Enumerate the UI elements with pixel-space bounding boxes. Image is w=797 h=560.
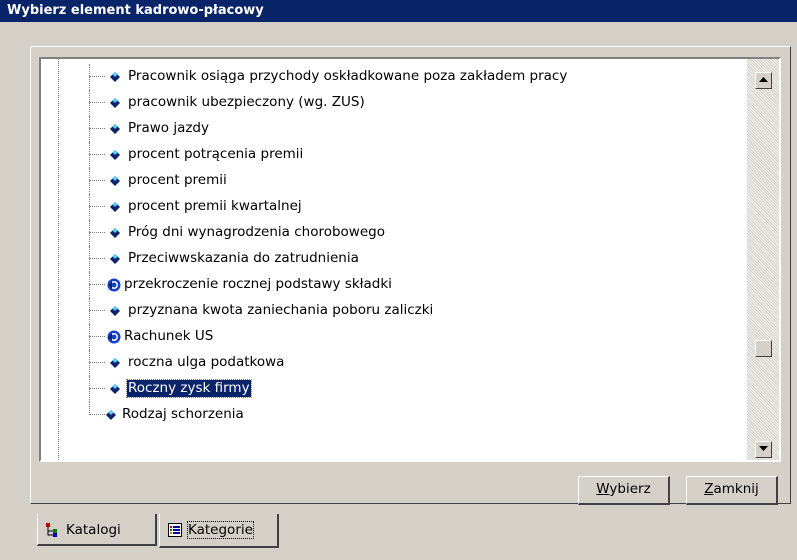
tree-connector-vertical [89,220,90,246]
diamond-icon [110,202,120,212]
diamond-icon [110,228,120,238]
tree-item-label: roczna ulga podatkowa [128,354,285,370]
tab-katalogi[interactable]: Katalogi [37,514,157,546]
diamond-icon [110,306,120,316]
tree-connector [89,232,105,233]
tree-connector-vertical [89,350,90,376]
tree-connector-vertical [89,272,90,298]
tree-connector-vertical [89,194,90,220]
tree-connector-vertical [89,246,90,272]
diamond-icon [110,384,120,394]
close-button[interactable]: Zamknij [686,476,778,505]
tree-item-label: przyznana kwota zaniechania poboru zalic… [128,302,434,318]
tree-connector [89,284,105,285]
tree-item[interactable]: Rachunek US [41,324,747,350]
tree-connector [89,388,105,389]
tree-item[interactable]: przekroczenie rocznej podstawy składki [41,272,747,298]
tree-connector-vertical [89,116,90,142]
tree-item[interactable]: procent premii [41,168,747,194]
select-button-accesskey: W [596,481,610,497]
tree-connector [89,336,105,337]
tree-item-label: procent premii kwartalnej [128,198,302,214]
globe-diamond-icon [107,330,121,344]
diamond-icon [110,254,120,264]
tree-item-label: pracownik ubezpieczony (wg. ZUS) [128,94,365,110]
tree-item[interactable]: pracownik ubezpieczony (wg. ZUS) [41,90,747,116]
arrow-up-icon [759,77,768,82]
tab-katalogi-label: Katalogi [66,522,121,538]
title-bar: Wybierz element kadrowo-płacowy [0,0,797,22]
tree-item-label: Prawo jazdy [128,120,209,136]
tree-connector [89,206,105,207]
tree-view[interactable]: Pracownik osiąga przychody oskładkowane … [41,59,747,460]
tree-item[interactable]: Rodzaj schorzenia [41,402,747,428]
diamond-icon [110,124,120,134]
tree-connector [89,76,105,77]
tree-connector [89,258,105,259]
tree-item-label: procent premii [128,172,227,188]
close-button-label: amknij [713,481,759,497]
tree-item-label: przekroczenie rocznej podstawy składki [124,276,392,292]
tree-item-label: Rodzaj schorzenia [122,406,244,422]
diamond-icon [106,410,116,420]
tree-item[interactable]: Roczny zysk firmy [41,376,747,402]
diamond-icon [110,176,120,186]
scroll-up-button[interactable] [755,72,772,89]
tab-kategorie[interactable]: Kategorie [159,514,279,548]
tree-item-label: procent potrącenia premii [128,146,304,162]
select-button[interactable]: Wybierz [578,476,670,505]
tree-connector [89,180,105,181]
select-button-label: ybierz [609,481,651,497]
list-icon [168,523,182,537]
tree-item[interactable]: procent premii kwartalnej [41,194,747,220]
tree-connector-vertical [89,168,90,194]
tree-connector-vertical [89,376,90,402]
tree-item-label: Pracownik osiąga przychody oskładkowane … [128,68,568,84]
tree-connector-vertical [89,324,90,350]
diamond-icon [110,72,120,82]
tree-item-label: Przeciwwskazania do zatrudnienia [128,250,359,266]
tree-item[interactable]: przyznana kwota zaniechania poboru zalic… [41,298,747,324]
tree-connector [89,310,105,311]
tree-item[interactable]: Pracownik osiąga przychody oskładkowane … [41,64,747,90]
tree-item[interactable]: Próg dni wynagrodzenia chorobowego [41,220,747,246]
globe-diamond-icon [107,278,121,292]
tree-icon [46,523,57,537]
tree-connector-vertical [89,64,90,90]
tree-connector-vertical [89,142,90,168]
arrow-down-icon [759,446,768,451]
tree-item-label: Rachunek US [124,328,214,344]
tree-item[interactable]: roczna ulga podatkowa [41,350,747,376]
tree-item[interactable]: Prawo jazdy [41,116,747,142]
element-tree[interactable]: Pracownik osiąga przychody oskładkowane … [39,57,781,462]
tree-connector [89,154,105,155]
tree-connector-vertical [89,90,90,116]
tree-item[interactable]: procent potrącenia premii [41,142,747,168]
scroll-thumb[interactable] [755,340,772,357]
tree-item-label: Roczny zysk firmy [126,379,252,398]
tab-kategorie-label: Kategorie [187,521,254,539]
tree-item-label: Próg dni wynagrodzenia chorobowego [128,224,385,240]
diamond-icon [110,150,120,160]
window-title: Wybierz element kadrowo-płacowy [7,3,264,18]
scroll-down-button[interactable] [755,441,772,458]
tree-item[interactable]: Przeciwwskazania do zatrudnienia [41,246,747,272]
tree-connector [89,102,105,103]
diamond-icon [110,98,120,108]
tree-connector [89,362,105,363]
diamond-icon [110,358,120,368]
tree-connector [89,128,105,129]
vertical-scrollbar[interactable] [747,59,779,460]
tree-connector-vertical [89,298,90,324]
